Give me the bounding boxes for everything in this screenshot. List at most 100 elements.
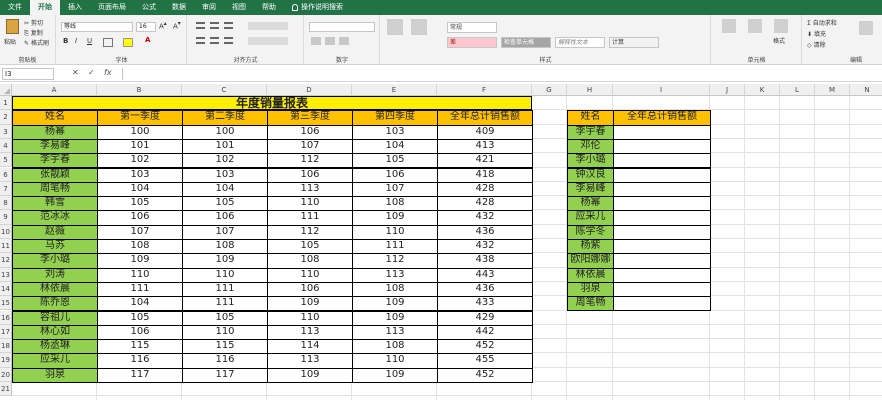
row-header-14[interactable]: 14 [0, 281, 12, 297]
value-cell[interactable]: 106 [352, 167, 438, 183]
align-left-icon[interactable] [196, 37, 205, 44]
value-cell[interactable]: 428 [437, 181, 533, 198]
value-cell[interactable]: 108 [182, 239, 268, 255]
value-cell[interactable]: 452 [437, 339, 533, 355]
formula-input[interactable] [122, 68, 878, 80]
lookup-value-cell[interactable] [613, 281, 711, 298]
sort-filter-icon[interactable] [859, 21, 873, 35]
value-cell[interactable]: 104 [182, 181, 268, 198]
value-cell[interactable]: 112 [352, 253, 438, 269]
row-header-13[interactable]: 13 [0, 267, 12, 282]
value-cell[interactable]: 109 [97, 253, 183, 269]
value-cell[interactable]: 106 [267, 281, 353, 298]
delete-cells-icon[interactable] [748, 19, 762, 33]
name-cell[interactable]: 容祖儿 [12, 310, 98, 326]
lookup-value-cell[interactable] [613, 224, 711, 240]
value-cell[interactable]: 116 [97, 353, 183, 369]
shrink-font-icon[interactable]: A▾ [173, 21, 181, 30]
value-cell[interactable]: 106 [97, 324, 183, 341]
tab-data[interactable]: 数据 [164, 0, 194, 15]
value-cell[interactable]: 105 [352, 153, 438, 169]
value-cell[interactable]: 109 [352, 310, 438, 326]
row-header-1[interactable]: 1 [0, 96, 12, 111]
tab-file[interactable]: 文件 [0, 0, 30, 15]
align-top-icon[interactable] [196, 22, 205, 29]
fill-button[interactable]: ⬇ 填充 [807, 29, 826, 38]
column-header-j[interactable]: J [710, 84, 745, 96]
align-center-icon[interactable] [210, 37, 219, 44]
row-header-20[interactable]: 20 [0, 367, 12, 382]
value-cell[interactable]: 109 [267, 367, 353, 383]
value-cell[interactable]: 114 [267, 339, 353, 355]
value-cell[interactable]: 107 [97, 224, 183, 240]
lookup-name-cell[interactable]: 李易峰 [567, 181, 614, 198]
column-header-a[interactable]: A [12, 84, 97, 96]
lookup-value-cell[interactable] [613, 167, 711, 183]
value-cell[interactable]: 102 [97, 153, 183, 169]
value-cell[interactable]: 109 [352, 296, 438, 312]
lookup-value-cell[interactable] [613, 239, 711, 255]
value-cell[interactable]: 107 [182, 224, 268, 240]
value-cell[interactable]: 110 [352, 353, 438, 369]
name-cell[interactable]: 刘涛 [12, 267, 98, 283]
row-header-18[interactable]: 18 [0, 339, 12, 354]
lookup-name-cell[interactable]: 林依晨 [567, 267, 614, 283]
lookup-value-cell[interactable] [613, 296, 711, 312]
style-bad[interactable]: 差 [447, 37, 497, 48]
value-cell[interactable]: 108 [267, 253, 353, 269]
tell-me-search[interactable]: 操作说明搜索 [284, 0, 351, 15]
value-cell[interactable]: 109 [352, 367, 438, 383]
lookup-value-cell[interactable] [613, 153, 711, 169]
name-cell[interactable]: 张靓颖 [12, 167, 98, 183]
column-header-l[interactable]: L [780, 84, 815, 96]
lookup-header-cell[interactable]: 姓名 [567, 110, 614, 126]
row-header-9[interactable]: 9 [0, 210, 12, 225]
value-cell[interactable]: 432 [437, 239, 533, 255]
value-cell[interactable]: 110 [267, 196, 353, 212]
row-header-21[interactable]: 21 [0, 382, 12, 397]
value-cell[interactable]: 109 [267, 296, 353, 312]
value-cell[interactable]: 106 [97, 210, 183, 226]
tab-help[interactable]: 帮助 [254, 0, 284, 15]
wrap-text-button[interactable] [248, 22, 288, 30]
row-header-11[interactable]: 11 [0, 239, 12, 254]
name-cell[interactable]: 林依晨 [12, 281, 98, 298]
value-cell[interactable]: 413 [437, 138, 533, 155]
copy-button[interactable]: ⎘ 复制 [24, 28, 43, 38]
value-cell[interactable]: 103 [97, 167, 183, 183]
value-cell[interactable]: 103 [352, 124, 438, 140]
fill-color-icon[interactable] [123, 38, 133, 47]
font-color-icon[interactable]: A [145, 36, 150, 44]
percent-icon[interactable] [325, 37, 335, 45]
column-header-m[interactable]: M [815, 84, 850, 96]
row-header-19[interactable]: 19 [0, 353, 12, 368]
lookup-name-cell[interactable]: 陈学冬 [567, 224, 614, 240]
lookup-header-cell[interactable]: 全年总计销售额 [613, 110, 711, 126]
value-cell[interactable]: 432 [437, 210, 533, 226]
cancel-icon[interactable]: ✕ [72, 68, 79, 77]
value-cell[interactable]: 110 [352, 224, 438, 240]
value-cell[interactable]: 436 [437, 281, 533, 298]
value-cell[interactable]: 113 [267, 181, 353, 198]
name-cell[interactable]: 李易峰 [12, 138, 98, 155]
enter-icon[interactable]: ✓ [88, 68, 95, 77]
value-cell[interactable]: 103 [182, 167, 268, 183]
value-cell[interactable]: 115 [97, 339, 183, 355]
name-cell[interactable]: 杨丞琳 [12, 339, 98, 355]
row-header-10[interactable]: 10 [0, 224, 12, 239]
bold-button[interactable]: B [63, 37, 68, 45]
value-cell[interactable]: 101 [182, 138, 268, 155]
conditional-format-icon[interactable] [387, 19, 403, 35]
header-cell[interactable]: 全年总计销售额 [437, 110, 533, 126]
value-cell[interactable]: 429 [437, 310, 533, 326]
row-header-6[interactable]: 6 [0, 167, 12, 182]
value-cell[interactable]: 107 [267, 138, 353, 155]
report-title[interactable]: 年度销量报表 [12, 96, 532, 111]
header-cell[interactable]: 第三季度 [267, 110, 353, 126]
value-cell[interactable]: 110 [267, 267, 353, 283]
value-cell[interactable]: 111 [97, 281, 183, 298]
format-cells-icon[interactable] [774, 19, 788, 33]
value-cell[interactable]: 113 [267, 353, 353, 369]
value-cell[interactable]: 112 [267, 224, 353, 240]
value-cell[interactable]: 436 [437, 224, 533, 240]
